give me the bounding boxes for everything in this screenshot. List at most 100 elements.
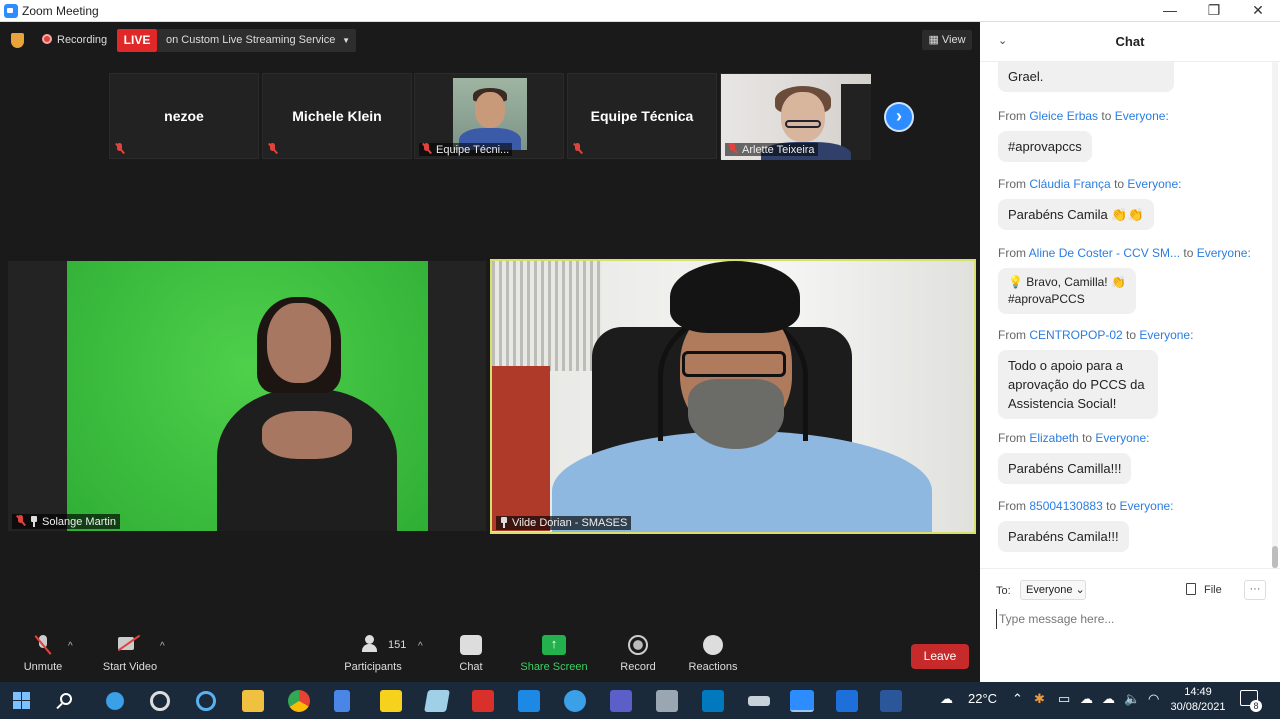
recording-dot-icon: [42, 34, 52, 44]
pdf-reader-icon[interactable]: [472, 690, 494, 712]
leave-button[interactable]: Leave: [911, 644, 969, 669]
sender-name[interactable]: CENTROPOP-02: [1029, 328, 1122, 342]
record-button[interactable]: Record: [616, 635, 660, 673]
clock-date: 30/08/2021: [1170, 701, 1226, 713]
calendar-icon[interactable]: [518, 690, 540, 712]
gallery-tile[interactable]: Equipe Técnica: [567, 73, 717, 159]
gallery-tile[interactable]: Equipe Técni...: [414, 73, 564, 159]
app-icon[interactable]: [748, 696, 770, 706]
teamviewer-icon[interactable]: [564, 690, 586, 712]
message-bubble: Parabéns do Prefeito Axel Grael.: [998, 62, 1174, 92]
gallery-tile[interactable]: Michele Klein: [262, 73, 412, 159]
trello-icon[interactable]: [702, 690, 724, 712]
recipient-select[interactable]: Everyone ⌄: [1020, 580, 1086, 600]
view-label: View: [941, 34, 966, 46]
app-icon[interactable]: [424, 690, 450, 712]
title-bar: Zoom Meeting — ❐ ✕: [0, 0, 1280, 22]
temperature[interactable]: 22°C: [968, 691, 997, 706]
settings-gear-icon[interactable]: [150, 691, 170, 711]
teams-icon[interactable]: [610, 690, 632, 712]
file-explorer-icon[interactable]: [242, 690, 264, 712]
message-bubble: 💡 Bravo, Camilla! 👏 #aprovaPCCS: [998, 268, 1136, 314]
message-input[interactable]: [996, 609, 1266, 629]
chat-scrollbar[interactable]: [1272, 62, 1278, 568]
live-badge: LIVE: [117, 29, 157, 52]
chat-message: From Cláudia França to Everyone: Parabén…: [998, 177, 1181, 230]
participants-icon: [362, 635, 384, 655]
windows-taskbar: ☁ 22°C ⌃ ✱ ▭ ☁ ☁ 🔈 ◠ 14:49 30/08/2021 8: [0, 682, 1280, 719]
sender-name[interactable]: 85004130883: [1029, 499, 1102, 513]
chat-bubble-icon: [460, 635, 482, 655]
video-label: Solange Martin: [12, 514, 120, 529]
recording-indicator[interactable]: Recording: [42, 34, 107, 46]
chat-title: Chat: [1115, 34, 1145, 49]
video-label: Vilde Dorian - SMASES: [496, 516, 632, 530]
recipient-name: Everyone:: [1196, 246, 1251, 260]
minimize-button[interactable]: —: [1148, 0, 1192, 22]
windows-start-icon[interactable]: [13, 692, 30, 709]
notification-count: 8: [1250, 700, 1262, 712]
share-screen-button[interactable]: ↑ Share Screen: [518, 635, 590, 673]
google-docs-icon[interactable]: [334, 690, 350, 712]
participants-options-caret[interactable]: ^: [418, 641, 423, 652]
security-shield-icon[interactable]: [11, 33, 24, 48]
recipient-name: Everyone:: [1139, 328, 1194, 342]
sticky-notes-icon[interactable]: [380, 690, 402, 712]
start-video-button[interactable]: Start Video: [98, 635, 162, 673]
reactions-button[interactable]: Reactions: [686, 635, 740, 673]
muted-mic-icon: [728, 143, 737, 154]
sender-name[interactable]: Gleice Erbas: [1029, 109, 1098, 123]
participant-name: nezoe: [164, 108, 204, 124]
participant-label: Arlette Teixeira: [725, 143, 818, 156]
sender-name[interactable]: Cláudia França: [1029, 177, 1110, 191]
cortana-icon[interactable]: [196, 691, 216, 711]
restore-button[interactable]: ❐: [1192, 0, 1236, 22]
audio-options-caret[interactable]: ^: [68, 641, 73, 652]
message-bubble: #aprovapccs: [998, 131, 1092, 162]
close-button[interactable]: ✕: [1236, 0, 1280, 22]
recipient-name: Everyone:: [1095, 431, 1150, 445]
stream-label: on Custom Live Streaming Service: [166, 34, 336, 46]
tray-app-icon[interactable]: ✱: [1034, 691, 1045, 707]
message-bubble: Todo o apoio para a aprovação do PCCS da…: [998, 350, 1158, 419]
calculator-icon[interactable]: [656, 690, 678, 712]
file-icon: [1186, 583, 1196, 595]
video-options-caret[interactable]: ^: [160, 641, 165, 652]
chat-message: Parabéns do Prefeito Axel Grael.: [998, 62, 1174, 92]
app-icon[interactable]: [836, 690, 858, 712]
chat-button[interactable]: Chat: [452, 635, 490, 673]
gallery-tile[interactable]: Arlette Teixeira: [720, 73, 871, 160]
wifi-icon[interactable]: ◠: [1148, 691, 1159, 707]
chrome-icon[interactable]: [288, 690, 310, 712]
recipient-name: Everyone:: [1114, 109, 1169, 123]
clock[interactable]: 14:49 30/08/2021: [1168, 685, 1228, 715]
gallery-tile[interactable]: nezoe: [109, 73, 259, 159]
scrollbar-thumb[interactable]: [1272, 546, 1278, 568]
zoom-taskbar-icon[interactable]: [790, 690, 814, 712]
view-button[interactable]: ▦ View: [922, 30, 972, 50]
unmute-button[interactable]: Unmute: [18, 635, 68, 673]
recipient-name: Everyone:: [1119, 499, 1174, 513]
edge-icon[interactable]: [104, 690, 126, 712]
chevron-up-icon[interactable]: ⌃: [1012, 691, 1023, 707]
battery-icon[interactable]: ▭: [1058, 691, 1070, 707]
message-bubble: Parabéns Camila 👏👏: [998, 199, 1154, 230]
onedrive-icon[interactable]: ☁: [1102, 691, 1115, 707]
video-sign-interpreter[interactable]: Solange Martin: [8, 261, 486, 531]
to-label: To:: [996, 585, 1011, 597]
search-icon[interactable]: [60, 693, 72, 705]
sender-name[interactable]: Aline De Coster - CCV SM...: [1029, 246, 1180, 260]
weather-icon[interactable]: ☁: [940, 691, 953, 707]
stream-dropdown[interactable]: on Custom Live Streaming Service ▼: [157, 29, 356, 52]
meeting-toolbar: Unmute ^ Start Video ^ Participants 151 …: [0, 631, 980, 682]
recipient-name: Everyone:: [1127, 177, 1182, 191]
word-icon[interactable]: [880, 690, 902, 712]
video-active-speaker[interactable]: Vilde Dorian - SMASES: [490, 259, 976, 534]
sender-name[interactable]: Elizabeth: [1029, 431, 1078, 445]
more-options-button[interactable]: ···: [1244, 580, 1266, 600]
chat-message: From Aline De Coster - CCV SM... to Ever…: [998, 246, 1251, 314]
next-page-button[interactable]: ›: [884, 102, 914, 132]
file-button[interactable]: File: [1186, 583, 1222, 596]
cloud-icon[interactable]: ☁: [1080, 691, 1093, 707]
volume-icon[interactable]: 🔈: [1124, 691, 1140, 707]
